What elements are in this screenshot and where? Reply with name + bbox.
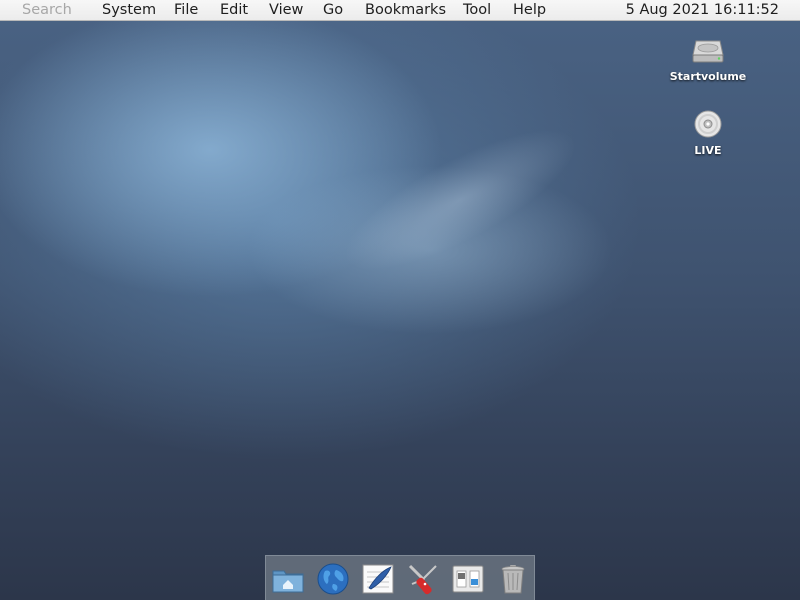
home-folder-icon (272, 570, 304, 593)
desktop-icon-label: LIVE (694, 144, 722, 157)
clock[interactable]: 5 Aug 2021 16:11:52 (626, 1, 779, 19)
menu-system[interactable]: System (102, 1, 156, 19)
desktop-icon-live[interactable]: LIVE (663, 110, 753, 157)
settings-panel-icon (452, 565, 484, 593)
dock-trash[interactable] (496, 562, 530, 596)
dock-text-editor[interactable] (361, 562, 395, 596)
trash-icon (501, 565, 525, 594)
menu-bar: Search System File Edit View Go Bookmark… (0, 0, 800, 21)
dock-utilities[interactable] (406, 562, 440, 596)
cd-disc-icon (694, 110, 722, 138)
swiss-army-knife-icon (408, 564, 437, 595)
hard-drive-icon (692, 40, 724, 63)
dock (265, 555, 535, 600)
globe-icon (317, 563, 349, 595)
menu-bookmarks[interactable]: Bookmarks (365, 1, 446, 19)
dock-settings[interactable] (451, 562, 485, 596)
menu-help[interactable]: Help (513, 1, 546, 19)
wallpaper-highlight (326, 103, 594, 297)
menu-view[interactable]: View (269, 1, 303, 19)
menu-tool[interactable]: Tool (463, 1, 491, 19)
search-field[interactable]: Search (22, 1, 72, 19)
desktop-icon-startvolume[interactable]: Startvolume (663, 38, 753, 83)
desktop-icon-label: Startvolume (669, 70, 747, 83)
menu-edit[interactable]: Edit (220, 1, 248, 19)
desktop[interactable]: Search System File Edit View Go Bookmark… (0, 0, 800, 600)
menu-go[interactable]: Go (323, 1, 343, 19)
menu-file[interactable]: File (174, 1, 198, 19)
text-editor-icon (362, 564, 394, 594)
dock-home-folder[interactable] (271, 562, 305, 596)
dock-web-browser[interactable] (316, 562, 350, 596)
